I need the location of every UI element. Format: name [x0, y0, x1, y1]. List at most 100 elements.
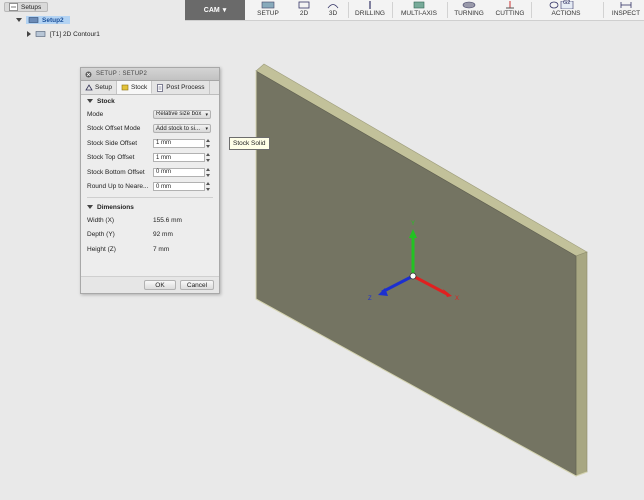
- drill-icon: [369, 1, 371, 9]
- browser-root-label: Setups: [21, 3, 42, 11]
- collapse-icon: [9, 3, 18, 11]
- browser-item-setup2[interactable]: Setup2: [16, 14, 70, 26]
- stock-bottom-offset-input[interactable]: 0 mm: [153, 167, 205, 177]
- toolbar-divider: [447, 2, 448, 18]
- mode-select[interactable]: Relative size box ▾: [153, 109, 211, 119]
- drilling-menu[interactable]: DRILLING: [352, 0, 388, 20]
- expand-arrow-icon: [16, 18, 22, 22]
- turning-menu[interactable]: TURNING: [451, 0, 487, 20]
- ribbon-toolbar: CAM ▾ SETUP 2D 3D DRILLING MULTI-AXIS TU…: [185, 0, 644, 21]
- z-axis-label: Z: [368, 296, 372, 302]
- mode-row: Mode Relative size box ▾: [81, 107, 219, 122]
- tab-post-process[interactable]: Post Process: [152, 81, 210, 94]
- multi-axis-icon: [413, 1, 425, 9]
- mode-label: Mode: [87, 110, 104, 118]
- round-up-stepper[interactable]: [206, 182, 211, 192]
- dialog-title-bar[interactable]: SETUP : SETUP2: [81, 68, 219, 81]
- stock-side-offset-input[interactable]: 1 mm: [153, 138, 205, 148]
- stock-top-offset-label: Stock Top Offset: [87, 154, 135, 162]
- cutting-menu[interactable]: CUTTING: [493, 0, 527, 20]
- chevron-down-icon: ▾: [222, 7, 227, 14]
- multi-axis-menu[interactable]: MULTI-AXIS: [397, 0, 441, 20]
- depth-value: 92 mm: [153, 231, 173, 239]
- workspace-dropdown[interactable]: CAM ▾: [185, 0, 245, 20]
- round-up-input[interactable]: 0 mm: [153, 182, 205, 192]
- toolbar-divider: [531, 2, 532, 18]
- dialog-title: SETUP : SETUP2: [96, 71, 148, 77]
- 2d-menu[interactable]: 2D: [293, 0, 315, 20]
- stock-section-title: Stock: [97, 97, 115, 105]
- cancel-button[interactable]: Cancel: [180, 280, 214, 290]
- turning-icon: [462, 1, 476, 9]
- setup-tab-icon: [85, 83, 93, 90]
- setup-icon: [28, 17, 39, 23]
- stock-bottom-offset-stepper[interactable]: [206, 167, 211, 177]
- setup-label: Setup2: [42, 16, 64, 24]
- actions-badge: G2: [563, 0, 571, 6]
- round-up-row: Round Up to Neare... 0 mm: [81, 180, 219, 195]
- dimensions-section-header[interactable]: Dimensions: [81, 201, 219, 213]
- stock-offset-mode-select[interactable]: Add stock to si... ▾: [153, 124, 211, 134]
- actions-menu-label: ACTIONS: [551, 10, 581, 17]
- stock-solid[interactable]: [255, 63, 588, 477]
- stock-section-header[interactable]: Stock: [81, 95, 219, 107]
- stock-bottom-offset-row: Stock Bottom Offset 0 mm: [81, 165, 219, 180]
- setup-menu-label: SETUP: [257, 10, 279, 17]
- stock-offset-mode-value: Add stock to si...: [156, 125, 201, 132]
- height-value: 7 mm: [153, 245, 170, 253]
- round-up-label: Round Up to Neare...: [87, 183, 149, 191]
- 2d-menu-label: 2D: [299, 10, 309, 17]
- drilling-menu-label: DRILLING: [355, 10, 385, 17]
- tab-setup-label: Setup: [95, 84, 112, 91]
- ok-button[interactable]: OK: [144, 280, 176, 290]
- chevron-down-icon: ▾: [205, 126, 208, 133]
- 2d-toolpath-icon: [298, 1, 310, 9]
- toolbar-divider: [392, 2, 393, 18]
- section-divider: [87, 197, 213, 198]
- stock-side-offset-row: Stock Side Offset 1 mm: [81, 136, 219, 151]
- 3d-menu[interactable]: 3D: [322, 0, 344, 20]
- stock-top-offset-input[interactable]: 1 mm: [153, 153, 205, 163]
- x-axis-label: X: [455, 296, 460, 302]
- depth-label: Depth (Y): [87, 231, 115, 239]
- setup-icon: [261, 1, 275, 9]
- height-label: Height (Z): [87, 245, 116, 253]
- stock-side-offset-label: Stock Side Offset: [87, 139, 138, 147]
- post-process-tab-icon: [157, 83, 164, 92]
- workspace-label: CAM: [203, 6, 220, 14]
- tab-stock-label: Stock: [131, 83, 148, 91]
- dialog-close-icon[interactable]: [85, 71, 92, 78]
- tab-setup[interactable]: Setup: [81, 81, 117, 94]
- height-row: Height (Z) 7 mm: [81, 242, 219, 257]
- tab-post-process-label: Post Process: [166, 84, 205, 91]
- inspect-menu-label: INSPECT: [611, 10, 641, 17]
- 3d-menu-label: 3D: [328, 10, 338, 17]
- inspect-menu[interactable]: INSPECT: [609, 0, 643, 20]
- stock-bottom-offset-label: Stock Bottom Offset: [87, 168, 145, 176]
- browser-item-operation[interactable]: [T1] 2D Contour1: [27, 28, 100, 40]
- y-axis-label: Y: [411, 221, 416, 227]
- toolbar-divider: [603, 2, 604, 18]
- contour-operation-icon: [35, 31, 46, 37]
- setup-menu[interactable]: SETUP: [251, 0, 285, 20]
- mode-value: Relative size box: [156, 111, 202, 118]
- stock-top-offset-stepper[interactable]: [206, 153, 211, 163]
- chevron-down-icon: ▾: [205, 111, 208, 118]
- expand-arrow-icon: [27, 31, 31, 37]
- tab-stock[interactable]: Stock: [117, 81, 153, 94]
- depth-row: Depth (Y) 92 mm: [81, 228, 219, 243]
- stock-side-offset-stepper[interactable]: [206, 138, 211, 148]
- width-label: Width (X): [87, 216, 115, 224]
- stock-offset-mode-row: Stock Offset Mode Add stock to si... ▾: [81, 122, 219, 137]
- width-row: Width (X) 155.6 mm: [81, 213, 219, 228]
- turning-menu-label: TURNING: [454, 10, 484, 17]
- cutting-menu-label: CUTTING: [495, 10, 525, 17]
- stock-tab-icon: [121, 84, 129, 91]
- browser-root-setups[interactable]: Setups: [4, 1, 49, 13]
- dialog-tabs: Setup Stock Post Process: [81, 81, 219, 95]
- multi-axis-menu-label: MULTI-AXIS: [401, 10, 437, 17]
- operation-label: [T1] 2D Contour1: [50, 30, 100, 38]
- 3d-toolpath-icon: [327, 4, 339, 9]
- toolbar-divider: [348, 2, 349, 18]
- collapse-arrow-icon: [87, 99, 93, 103]
